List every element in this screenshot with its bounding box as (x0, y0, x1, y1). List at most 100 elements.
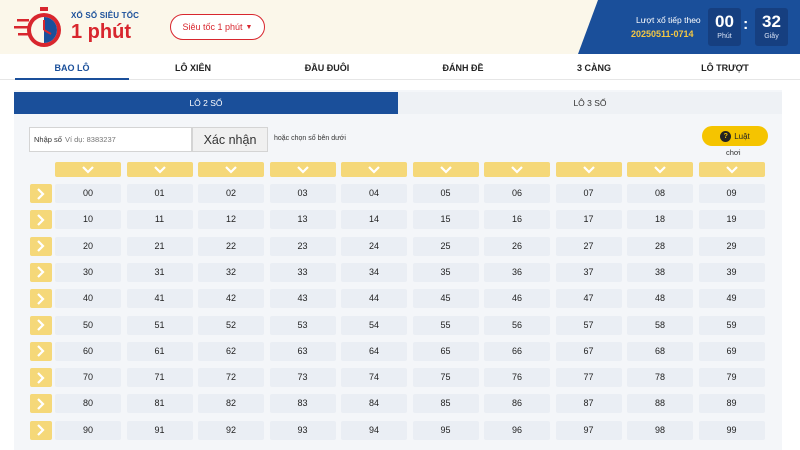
number-cell-61[interactable]: 61 (126, 341, 193, 361)
number-cell-50[interactable]: 50 (55, 315, 121, 335)
number-cell-63[interactable]: 63 (269, 341, 336, 361)
number-cell-13[interactable]: 13 (269, 210, 336, 230)
number-cell-88[interactable]: 88 (627, 394, 693, 414)
number-cell-34[interactable]: 34 (341, 262, 407, 282)
number-cell-77[interactable]: 77 (555, 368, 622, 388)
subtab-lo-3-so[interactable]: LÔ 3 SỐ (398, 92, 782, 114)
rules-button[interactable]: ? Luật (702, 126, 768, 146)
number-cell-07[interactable]: 07 (555, 184, 622, 203)
number-cell-60[interactable]: 60 (55, 341, 121, 361)
number-cell-27[interactable]: 27 (555, 236, 622, 256)
select-column-4-button[interactable] (341, 162, 407, 177)
number-cell-58[interactable]: 58 (627, 315, 693, 335)
select-column-3-button[interactable] (269, 162, 336, 177)
number-cell-82[interactable]: 82 (198, 394, 264, 414)
number-cell-74[interactable]: 74 (341, 368, 407, 388)
number-cell-44[interactable]: 44 (341, 289, 407, 309)
number-cell-56[interactable]: 56 (484, 315, 550, 335)
number-cell-21[interactable]: 21 (126, 236, 193, 256)
select-column-7-button[interactable] (555, 162, 622, 177)
number-cell-93[interactable]: 93 (269, 420, 336, 440)
tab-dau-duoi[interactable]: ĐẦU ĐUÔI (270, 56, 384, 80)
number-cell-81[interactable]: 81 (126, 394, 193, 414)
tab-bao-lo[interactable]: BAO LÔ (15, 56, 129, 80)
number-cell-38[interactable]: 38 (627, 262, 693, 282)
number-cell-52[interactable]: 52 (198, 315, 264, 335)
number-cell-87[interactable]: 87 (555, 394, 622, 414)
confirm-button[interactable]: Xác nhận (192, 127, 268, 152)
select-column-2-button[interactable] (198, 162, 264, 177)
number-cell-18[interactable]: 18 (627, 210, 693, 230)
number-cell-30[interactable]: 30 (55, 262, 121, 282)
number-cell-24[interactable]: 24 (341, 236, 407, 256)
number-cell-04[interactable]: 04 (341, 184, 407, 203)
select-row-6-button[interactable] (30, 341, 52, 361)
number-cell-75[interactable]: 75 (412, 368, 479, 388)
select-column-1-button[interactable] (126, 162, 193, 177)
number-cell-53[interactable]: 53 (269, 315, 336, 335)
number-cell-90[interactable]: 90 (55, 420, 121, 440)
number-cell-26[interactable]: 26 (484, 236, 550, 256)
number-cell-16[interactable]: 16 (484, 210, 550, 230)
number-cell-33[interactable]: 33 (269, 262, 336, 282)
number-cell-12[interactable]: 12 (198, 210, 264, 230)
number-cell-92[interactable]: 92 (198, 420, 264, 440)
number-cell-70[interactable]: 70 (55, 368, 121, 388)
select-column-0-button[interactable] (55, 162, 121, 177)
number-cell-99[interactable]: 99 (698, 420, 765, 440)
number-cell-17[interactable]: 17 (555, 210, 622, 230)
select-column-9-button[interactable] (698, 162, 765, 177)
number-cell-65[interactable]: 65 (412, 341, 479, 361)
number-cell-08[interactable]: 08 (627, 184, 693, 203)
select-row-5-button[interactable] (30, 315, 52, 335)
number-cell-78[interactable]: 78 (627, 368, 693, 388)
number-cell-84[interactable]: 84 (341, 394, 407, 414)
number-cell-41[interactable]: 41 (126, 289, 193, 309)
number-cell-31[interactable]: 31 (126, 262, 193, 282)
tab-lo-xien[interactable]: LÔ XIÊN (136, 56, 250, 80)
number-cell-15[interactable]: 15 (412, 210, 479, 230)
number-cell-39[interactable]: 39 (698, 262, 765, 282)
number-input[interactable] (64, 135, 165, 144)
number-cell-32[interactable]: 32 (198, 262, 264, 282)
number-cell-69[interactable]: 69 (698, 341, 765, 361)
number-cell-29[interactable]: 29 (698, 236, 765, 256)
select-row-7-button[interactable] (30, 368, 52, 388)
number-cell-76[interactable]: 76 (484, 368, 550, 388)
number-cell-86[interactable]: 86 (484, 394, 550, 414)
number-cell-55[interactable]: 55 (412, 315, 479, 335)
select-row-3-button[interactable] (30, 262, 52, 282)
number-cell-20[interactable]: 20 (55, 236, 121, 256)
number-cell-01[interactable]: 01 (126, 184, 193, 203)
number-cell-00[interactable]: 00 (55, 184, 121, 203)
number-cell-59[interactable]: 59 (698, 315, 765, 335)
number-cell-98[interactable]: 98 (627, 420, 693, 440)
select-row-8-button[interactable] (30, 394, 52, 414)
tab-3-cang[interactable]: 3 CÀNG (537, 56, 651, 80)
number-cell-42[interactable]: 42 (198, 289, 264, 309)
number-cell-14[interactable]: 14 (341, 210, 407, 230)
select-row-4-button[interactable] (30, 289, 52, 309)
number-cell-37[interactable]: 37 (555, 262, 622, 282)
tab-lo-truot[interactable]: LÔ TRƯỢT (668, 56, 782, 80)
number-cell-95[interactable]: 95 (412, 420, 479, 440)
number-cell-23[interactable]: 23 (269, 236, 336, 256)
select-row-9-button[interactable] (30, 420, 52, 440)
number-cell-57[interactable]: 57 (555, 315, 622, 335)
number-cell-85[interactable]: 85 (412, 394, 479, 414)
number-cell-40[interactable]: 40 (55, 289, 121, 309)
number-cell-68[interactable]: 68 (627, 341, 693, 361)
number-cell-03[interactable]: 03 (269, 184, 336, 203)
number-cell-43[interactable]: 43 (269, 289, 336, 309)
number-cell-97[interactable]: 97 (555, 420, 622, 440)
number-cell-11[interactable]: 11 (126, 210, 193, 230)
number-cell-72[interactable]: 72 (198, 368, 264, 388)
number-cell-47[interactable]: 47 (555, 289, 622, 309)
number-cell-94[interactable]: 94 (341, 420, 407, 440)
number-cell-79[interactable]: 79 (698, 368, 765, 388)
select-row-0-button[interactable] (30, 184, 52, 203)
number-cell-46[interactable]: 46 (484, 289, 550, 309)
select-column-5-button[interactable] (412, 162, 479, 177)
number-cell-49[interactable]: 49 (698, 289, 765, 309)
number-cell-05[interactable]: 05 (412, 184, 479, 203)
